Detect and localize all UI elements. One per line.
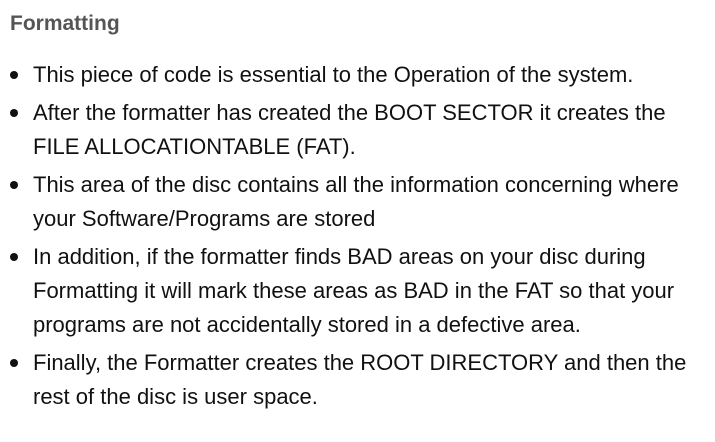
bullet-text: This area of the disc contains all the i… <box>33 172 679 231</box>
bullet-dot-icon <box>10 359 18 367</box>
bullet-text: Finally, the Formatter creates the ROOT … <box>33 350 687 409</box>
bullet-dot-icon <box>10 181 18 189</box>
bullet-text: In addition, if the formatter finds BAD … <box>33 244 675 337</box>
bullet-item: Finally, the Formatter creates the ROOT … <box>0 346 715 414</box>
bullet-dot-icon <box>10 253 18 261</box>
bullet-text: After the formatter has created the BOOT… <box>33 100 666 159</box>
bullet-item: After the formatter has created the BOOT… <box>0 96 715 164</box>
bullet-text: This piece of code is essential to the O… <box>33 62 634 87</box>
bullet-item: This area of the disc contains all the i… <box>0 168 715 236</box>
bullet-dot-icon <box>10 71 18 79</box>
bullet-item: This piece of code is essential to the O… <box>0 58 715 92</box>
bullet-item: In addition, if the formatter finds BAD … <box>0 240 715 342</box>
bullet-list: This piece of code is essential to the O… <box>0 58 715 418</box>
bullet-dot-icon <box>10 109 18 117</box>
section-heading: Formatting <box>10 12 120 35</box>
